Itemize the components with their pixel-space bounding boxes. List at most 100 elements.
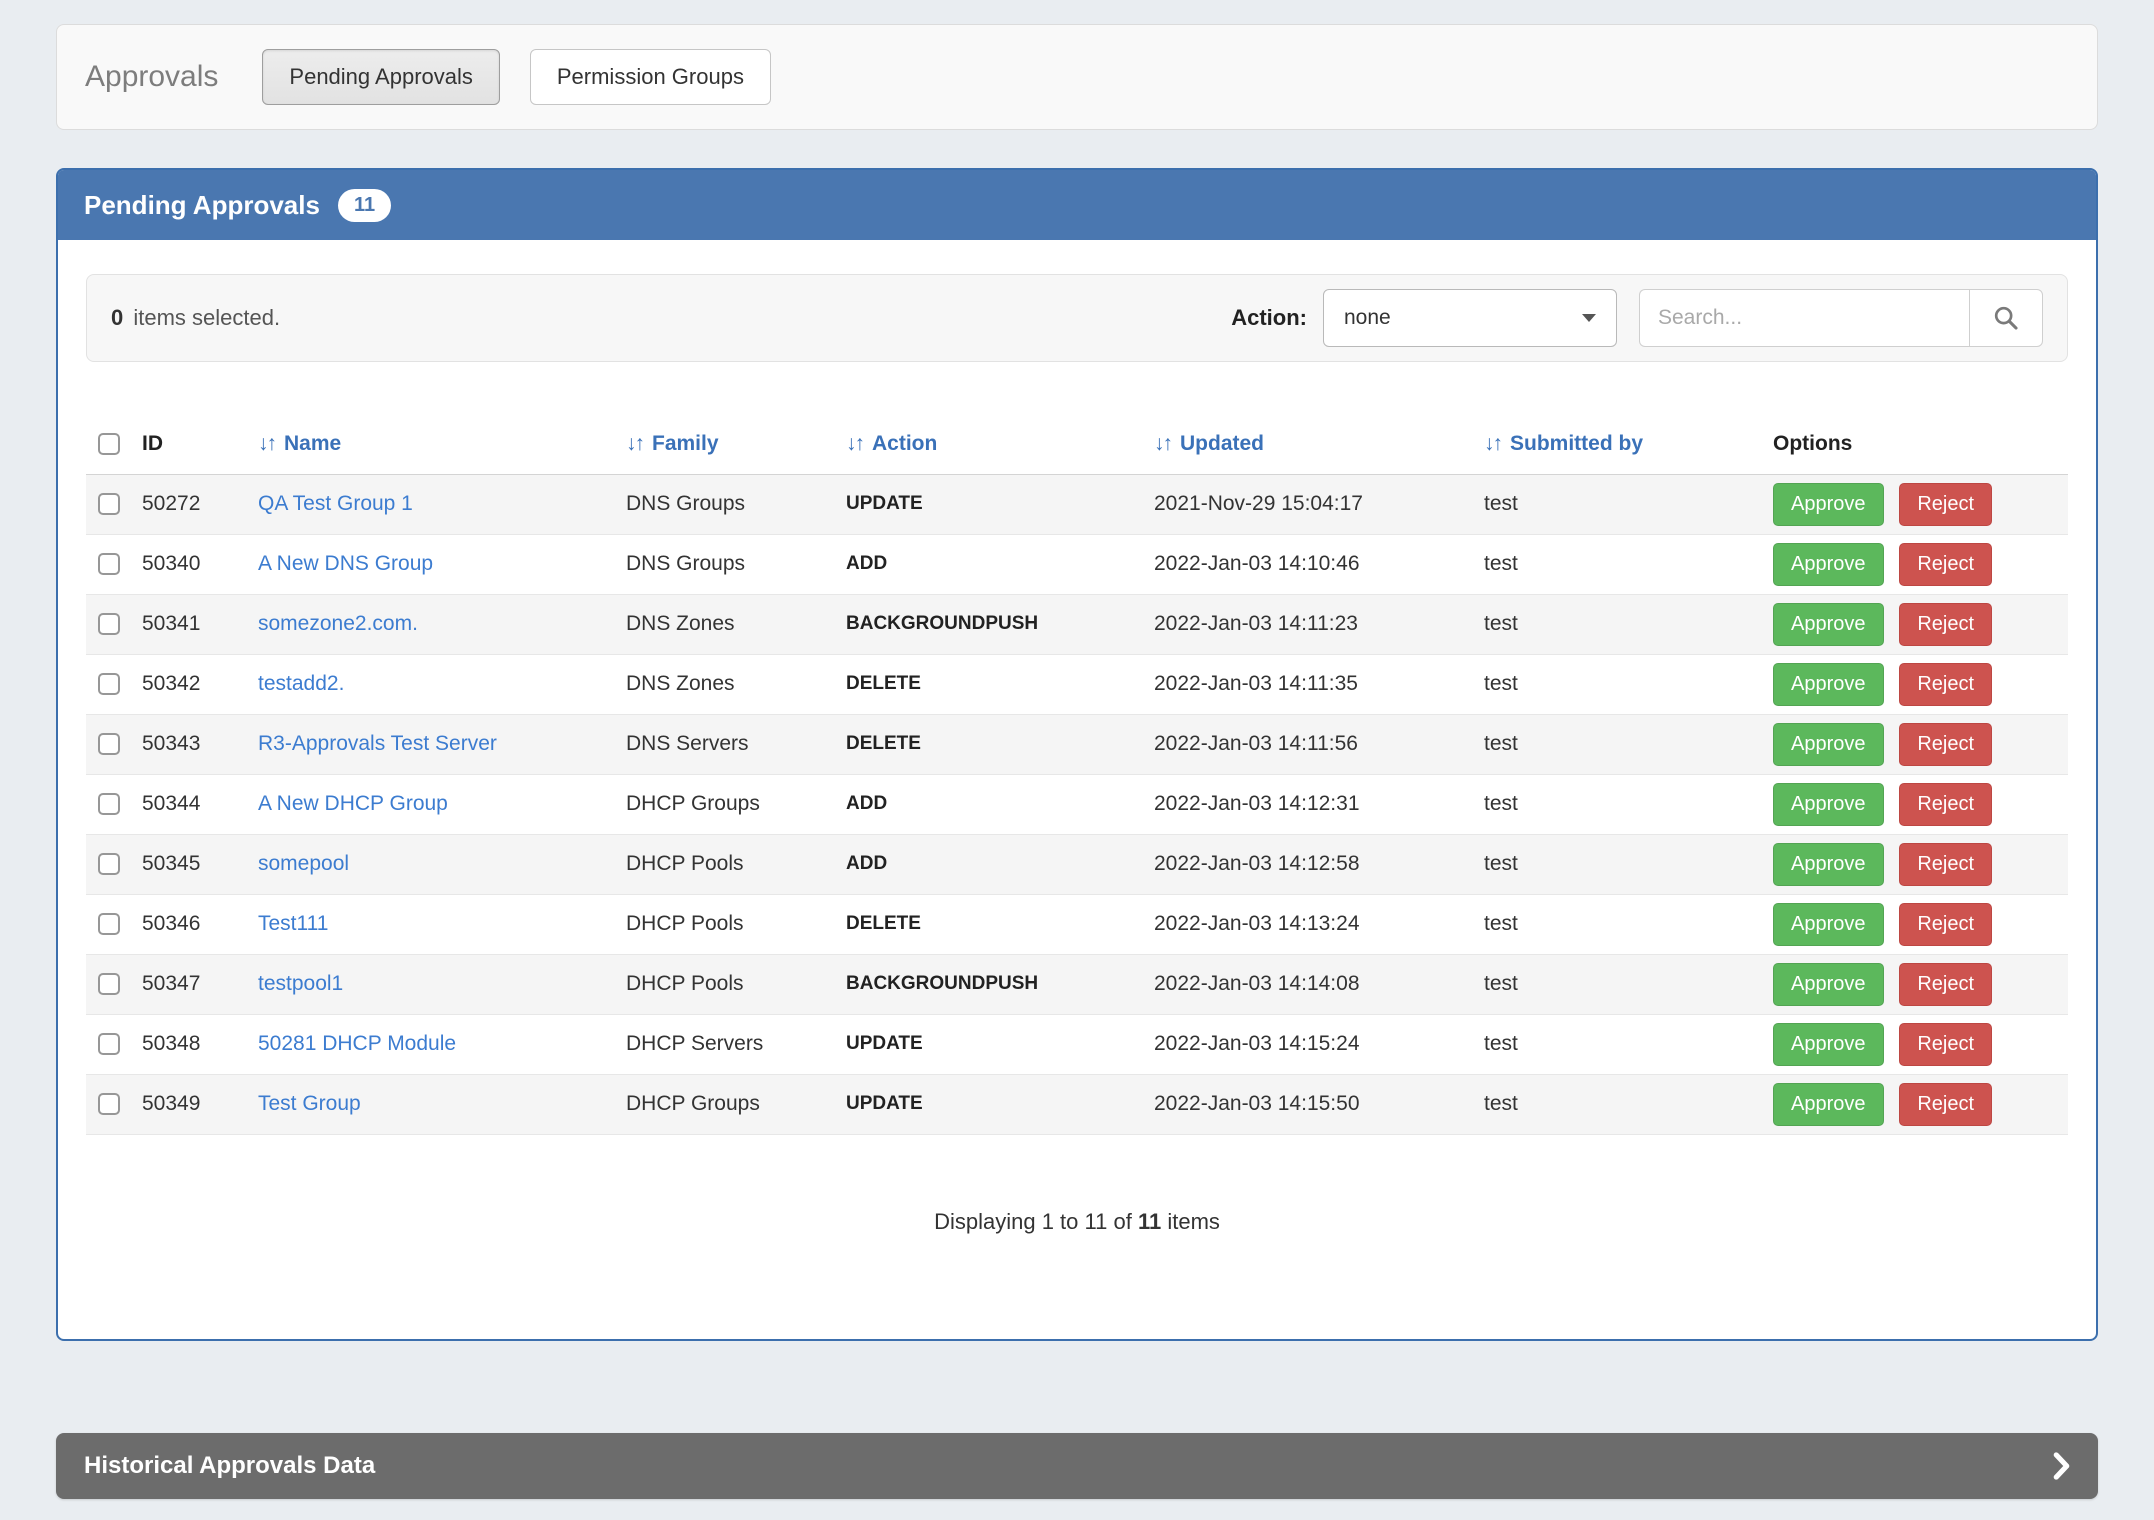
toolbar: Approvals Pending Approvals Permission G… [56,24,2098,130]
column-label: Updated [1180,432,1264,455]
search-icon [1992,304,2020,332]
approve-button[interactable]: Approve [1773,843,1884,886]
cell-submitted-by: test [1472,474,1761,534]
table-row: 50346 Test111 DHCP Pools DELETE 2022-Jan… [86,894,2068,954]
record-link[interactable]: somezone2.com. [258,612,418,635]
column-header-submitted[interactable]: ↓↑ Submitted by [1472,414,1761,474]
action-select[interactable]: none [1323,289,1617,347]
cell-id: 50347 [130,954,246,1014]
cell-submitted-by: test [1472,1074,1761,1134]
record-link[interactable]: testpool1 [258,972,343,995]
approve-button[interactable]: Approve [1773,603,1884,646]
table-summary: Displaying 1 to 11 of 11 items [86,1209,2068,1339]
row-checkbox[interactable] [98,793,120,815]
historical-approvals-title: Historical Approvals Data [84,1452,375,1480]
row-checkbox[interactable] [98,973,120,995]
approve-button[interactable]: Approve [1773,543,1884,586]
row-checkbox[interactable] [98,493,120,515]
approve-button[interactable]: Approve [1773,963,1884,1006]
column-header-family[interactable]: ↓↑ Family [614,414,834,474]
cell-updated: 2022-Jan-03 14:14:08 [1142,954,1472,1014]
row-checkbox[interactable] [98,1093,120,1115]
approve-button[interactable]: Approve [1773,1023,1884,1066]
cell-action: BACKGROUNDPUSH [834,594,1142,654]
reject-button[interactable]: Reject [1899,663,1992,706]
table-row: 50272 QA Test Group 1 DNS Groups UPDATE … [86,474,2068,534]
sort-icon: ↓↑ [626,432,643,455]
row-checkbox[interactable] [98,733,120,755]
column-header-updated[interactable]: ↓↑ Updated [1142,414,1472,474]
cell-action: ADD [834,534,1142,594]
column-header-action[interactable]: ↓↑Action [834,414,1142,474]
cell-options: Approve Reject [1761,834,2068,894]
reject-button[interactable]: Reject [1899,843,1992,886]
row-checkbox[interactable] [98,553,120,575]
column-header-id: ID [130,414,246,474]
reject-button[interactable]: Reject [1899,603,1992,646]
sort-icon: ↓↑ [1154,432,1171,455]
cell-name: somepool [246,834,614,894]
column-label: ID [142,432,163,455]
cell-action: ADD [834,834,1142,894]
tab-permission-groups[interactable]: Permission Groups [530,49,771,105]
cell-family: DNS Zones [614,654,834,714]
row-checkbox[interactable] [98,1033,120,1055]
row-checkbox[interactable] [98,853,120,875]
row-checkbox[interactable] [98,673,120,695]
column-label: Family [652,432,719,455]
record-link[interactable]: Test Group [258,1092,361,1115]
cell-submitted-by: test [1472,834,1761,894]
record-link[interactable]: somepool [258,852,349,875]
record-link[interactable]: Test111 [258,912,328,935]
cell-name: 50281 DHCP Module [246,1014,614,1074]
record-link[interactable]: A New DHCP Group [258,792,448,815]
record-link[interactable]: 50281 DHCP Module [258,1032,456,1055]
reject-button[interactable]: Reject [1899,783,1992,826]
cell-options: Approve Reject [1761,1074,2068,1134]
count-badge: 11 [338,189,391,222]
reject-button[interactable]: Reject [1899,1083,1992,1126]
record-link[interactable]: QA Test Group 1 [258,492,413,515]
cell-id: 50345 [130,834,246,894]
cell-id: 50343 [130,714,246,774]
approve-button[interactable]: Approve [1773,903,1884,946]
tab-pending-approvals[interactable]: Pending Approvals [262,49,499,105]
table-row: 50345 somepool DHCP Pools ADD 2022-Jan-0… [86,834,2068,894]
reject-button[interactable]: Reject [1899,963,1992,1006]
column-label: Submitted by [1510,432,1643,455]
record-link[interactable]: R3-Approvals Test Server [258,732,497,755]
search-button[interactable] [1969,289,2043,347]
cell-options: Approve Reject [1761,1014,2068,1074]
reject-button[interactable]: Reject [1899,723,1992,766]
cell-submitted-by: test [1472,954,1761,1014]
cell-options: Approve Reject [1761,774,2068,834]
cell-submitted-by: test [1472,1014,1761,1074]
sort-icon: ↓↑ [846,432,863,455]
reject-button[interactable]: Reject [1899,1023,1992,1066]
panel-title: Pending Approvals [84,190,320,221]
table-row: 50343 R3-Approvals Test Server DNS Serve… [86,714,2068,774]
cell-updated: 2022-Jan-03 14:12:58 [1142,834,1472,894]
record-link[interactable]: testadd2. [258,672,344,695]
sort-icon: ↓↑ [1484,432,1501,455]
approve-button[interactable]: Approve [1773,483,1884,526]
table-row: 50340 A New DNS Group DNS Groups ADD 202… [86,534,2068,594]
reject-button[interactable]: Reject [1899,543,1992,586]
select-all-checkbox[interactable] [98,433,120,455]
search-input[interactable] [1639,289,1969,347]
column-header-name[interactable]: ↓↑Name [246,414,614,474]
approve-button[interactable]: Approve [1773,1083,1884,1126]
reject-button[interactable]: Reject [1899,903,1992,946]
table-header-row: ID↓↑Name↓↑Family↓↑Action↓↑Updated↓↑Submi… [86,414,2068,474]
approve-button[interactable]: Approve [1773,663,1884,706]
pending-approvals-panel: Pending Approvals 11 0 items selected. A… [56,168,2098,1341]
reject-button[interactable]: Reject [1899,483,1992,526]
approve-button[interactable]: Approve [1773,783,1884,826]
historical-approvals-bar[interactable]: Historical Approvals Data [56,1433,2098,1499]
cell-options: Approve Reject [1761,714,2068,774]
record-link[interactable]: A New DNS Group [258,552,433,575]
row-checkbox[interactable] [98,913,120,935]
approve-button[interactable]: Approve [1773,723,1884,766]
summary-suffix: items [1167,1209,1220,1234]
row-checkbox[interactable] [98,613,120,635]
